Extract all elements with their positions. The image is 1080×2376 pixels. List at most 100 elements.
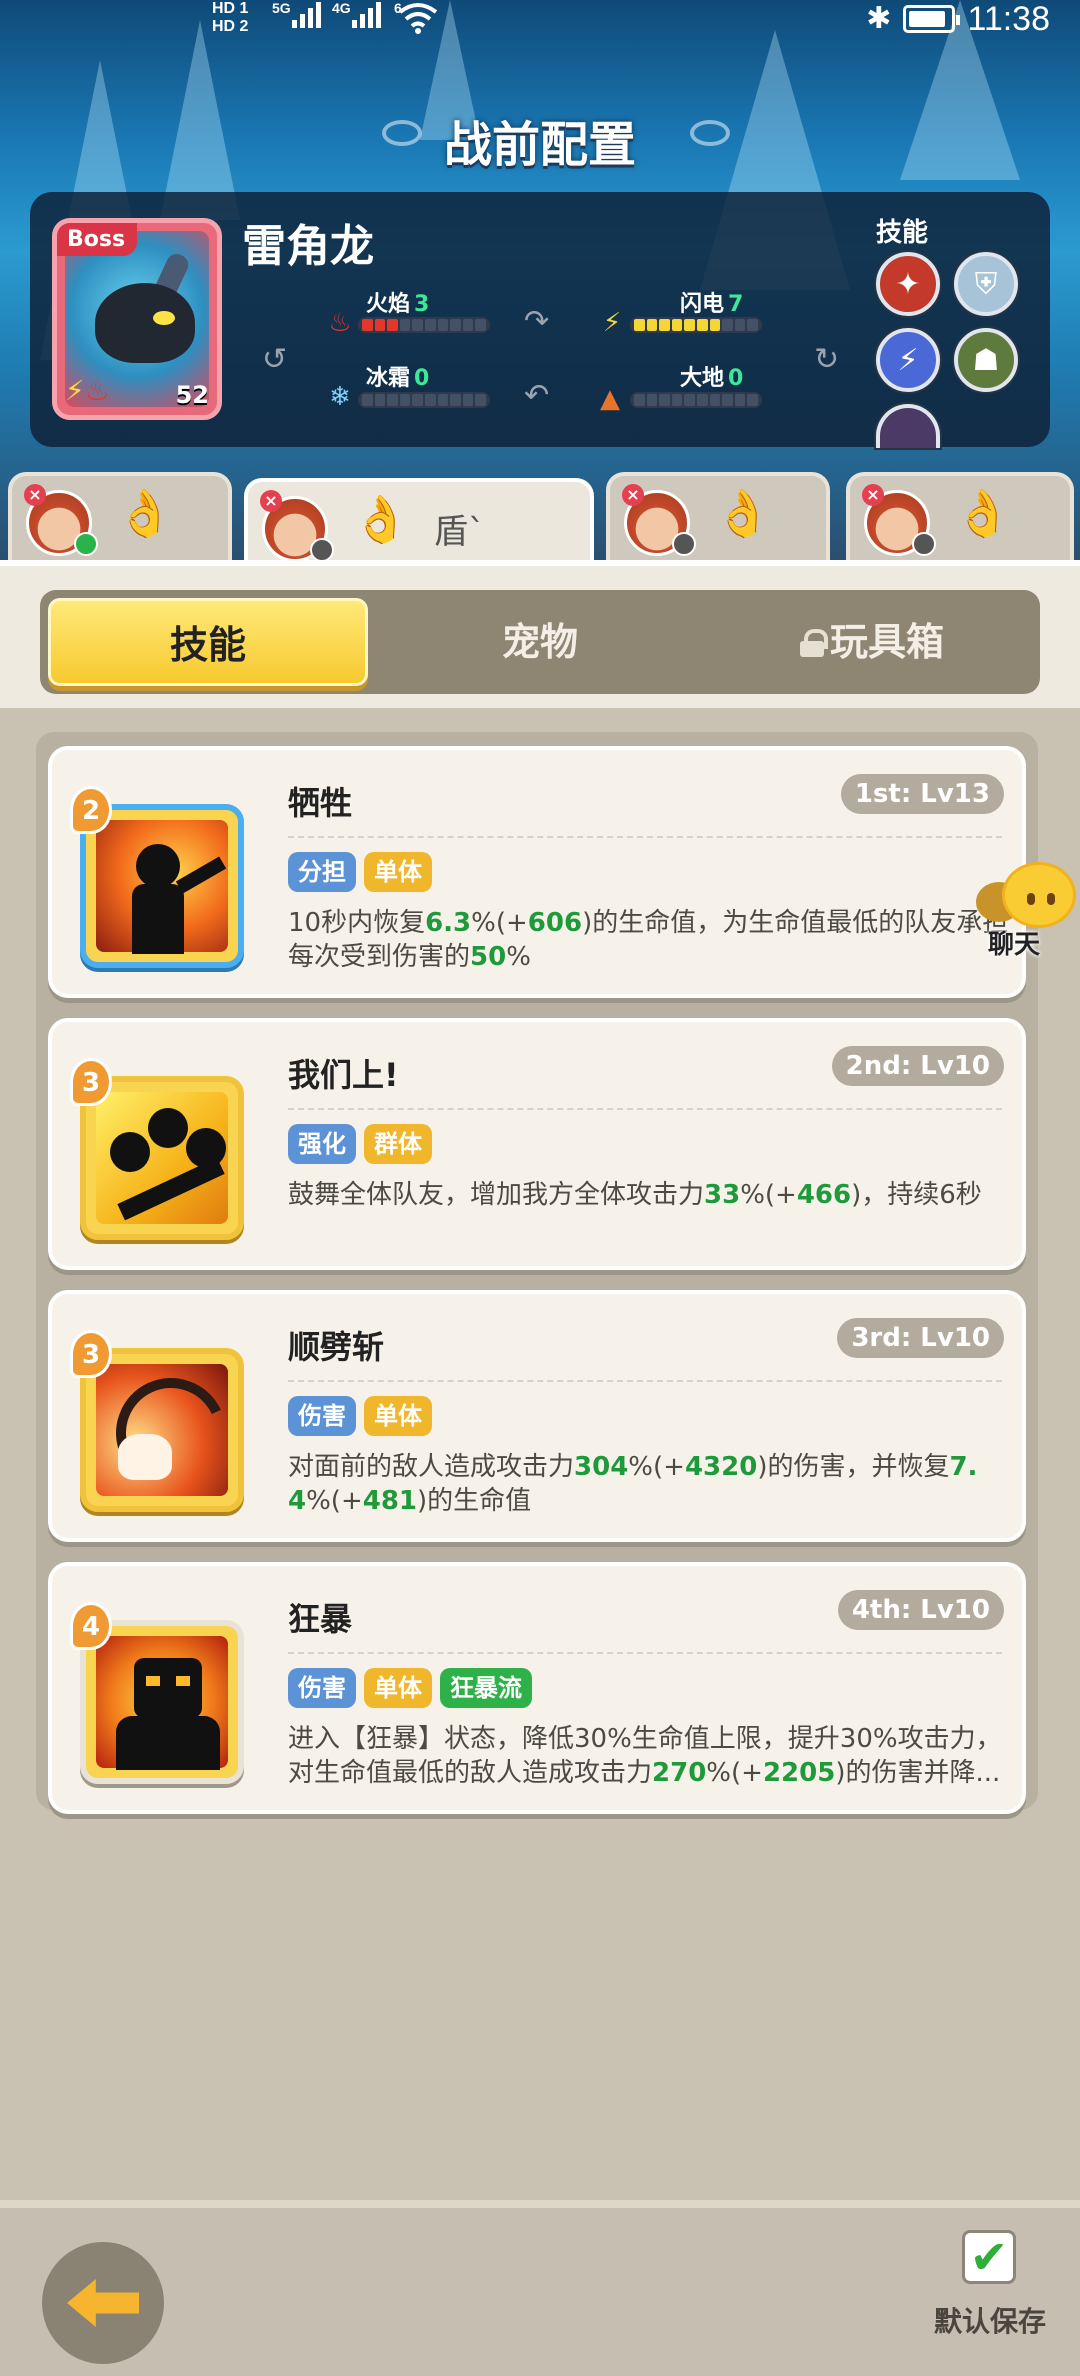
skill-tags: 伤害 单体 xyxy=(288,1396,432,1436)
skill-tags: 强化 群体 xyxy=(288,1124,432,1164)
dino-eye xyxy=(153,311,175,325)
skill-text: %(+ xyxy=(628,1452,685,1482)
earth-icon: ▲ xyxy=(600,384,620,414)
signal-icon xyxy=(292,2,321,28)
boss-skill-beast-icon[interactable]: ☗ xyxy=(954,328,1018,392)
silhouette-head xyxy=(136,844,180,888)
skill-description: 对面前的敌人造成攻击力304%(+4320)的伤害，并恢复7.4%(+481)的… xyxy=(288,1450,1018,1518)
hand-icon: 👌 xyxy=(954,486,1012,540)
divider xyxy=(288,1380,1002,1382)
tab-pets-label: 宠物 xyxy=(501,620,578,664)
wifi-icon xyxy=(398,3,438,34)
skill-card[interactable]: 4 狂暴 4th: Lv10 伤害 单体 狂暴流 进入【狂暴】状态，降低30%生命值… xyxy=(48,1562,1026,1814)
hand-icon: 👌 xyxy=(116,486,174,540)
skill-text: 10秒内恢复 xyxy=(288,908,426,938)
skull-shape xyxy=(118,1434,172,1480)
skill-text: % xyxy=(506,942,531,972)
stat-bar-frost xyxy=(358,392,490,408)
skill-name: 顺劈斩 xyxy=(288,1328,385,1366)
stat-lightning-label: 闪电 7 xyxy=(680,286,743,318)
hero-tab-text: 盾` xyxy=(434,512,485,552)
arrow-icon: ↻ xyxy=(814,342,840,377)
boss-skill-lightning-icon[interactable]: ⚡ xyxy=(876,328,940,392)
clock: 11:38 xyxy=(967,0,1050,38)
skill-tags: 分担 单体 xyxy=(288,852,432,892)
hand-icon: 👌 xyxy=(714,486,772,540)
skill-tag: 单体 xyxy=(364,1396,432,1436)
remove-icon[interactable]: × xyxy=(862,484,884,506)
boss-skill-more-icon[interactable] xyxy=(876,404,940,448)
boss-skills-label: 技能 xyxy=(876,218,929,248)
skill-text: )，持续6秒 xyxy=(851,1180,982,1210)
back-button[interactable] xyxy=(42,2242,164,2364)
stat-bar-segment xyxy=(412,319,423,331)
stat-bar-segment xyxy=(709,394,721,406)
skill-cost-badge: 2 xyxy=(70,786,112,834)
hero-tab-2[interactable]: × 👌 盾` xyxy=(244,478,594,568)
skill-value-highlight: 50 xyxy=(470,942,507,972)
skill-tag: 伤害 xyxy=(288,1396,356,1436)
stat-bar-segment xyxy=(387,394,398,406)
stat-earth-label: 大地 0 xyxy=(680,360,743,392)
lightning-icon: ⚡ xyxy=(602,308,622,338)
remove-icon[interactable]: × xyxy=(260,490,282,512)
silhouette-eye xyxy=(146,1676,160,1686)
stat-value: 0 xyxy=(414,366,430,391)
stat-bar-segment xyxy=(412,394,423,406)
stat-bar-segment xyxy=(684,394,695,406)
silhouette-head xyxy=(134,1658,202,1718)
stat-label-text: 冰霜 xyxy=(366,366,411,391)
stat-value: 3 xyxy=(414,292,430,317)
skill-value-highlight: 2205 xyxy=(762,1758,836,1788)
skill-value-highlight: 270 xyxy=(652,1758,707,1788)
skill-card[interactable]: 2 牺牲 1st: Lv13 分担 单体 10秒内恢复6.3%(+606)的生命值… xyxy=(48,746,1026,998)
stat-bar-segment xyxy=(734,319,746,331)
checkmark-icon: ✔ xyxy=(969,2230,1009,2284)
divider xyxy=(288,1652,1002,1654)
remove-icon[interactable]: × xyxy=(622,484,644,506)
stat-bar-segment xyxy=(634,319,645,331)
skill-art xyxy=(96,1636,228,1770)
boss-skill-fire-icon[interactable]: ✦ xyxy=(876,252,940,316)
hero-tab-1[interactable]: × 👌 xyxy=(8,472,232,568)
flame-icon: ♨ xyxy=(328,308,352,338)
tab-skills[interactable]: 技能 xyxy=(48,598,368,686)
skill-tag: 狂暴流 xyxy=(440,1668,532,1708)
stat-bar-segment xyxy=(684,319,695,331)
tab-pets[interactable]: 宠物 xyxy=(380,598,700,686)
stat-bar-segment xyxy=(709,319,721,331)
skill-card[interactable]: 3 顺劈斩 3rd: Lv10 伤害 单体 对面前的敌人造成攻击力304%(+43… xyxy=(48,1290,1026,1542)
skill-text: 鼓舞全体队友，增加我方全体攻击力 xyxy=(288,1180,705,1210)
skill-value-highlight: 4320 xyxy=(684,1452,758,1482)
hero-tab-4[interactable]: × 👌 xyxy=(846,472,1074,568)
skill-sacrifice-icon xyxy=(80,804,244,968)
chat-button[interactable]: 聊天 xyxy=(974,856,1080,960)
stat-bar-segment xyxy=(462,394,474,406)
silhouette-arm xyxy=(175,856,227,894)
skill-text: %(+ xyxy=(471,908,528,938)
remove-icon[interactable]: × xyxy=(24,484,46,506)
stat-bar-segment xyxy=(399,394,411,406)
default-save-checkbox[interactable]: ✔ xyxy=(962,2230,1016,2284)
skill-art xyxy=(96,1362,238,1504)
hero-tab-3[interactable]: × 👌 xyxy=(606,472,830,568)
stat-value: 0 xyxy=(728,366,744,391)
skill-level-badge: 2nd: Lv10 xyxy=(831,1046,1004,1086)
skill-tag: 单体 xyxy=(364,1668,432,1708)
stat-bar-segment xyxy=(362,319,373,331)
skill-name: 狂暴 xyxy=(288,1600,353,1638)
skill-card[interactable]: 3 我们上! 2nd: Lv10 强化 群体 鼓舞全体队友，增加我方全体攻击力33… xyxy=(48,1018,1026,1270)
stat-bar-fire xyxy=(358,317,490,333)
chat-eye xyxy=(1027,893,1035,905)
skill-value-highlight: 466 xyxy=(796,1180,852,1210)
boss-skill-shield-icon[interactable]: ⛨ xyxy=(954,252,1018,316)
tab-toybox[interactable]: 玩具箱 xyxy=(712,598,1032,686)
boss-portrait[interactable]: Boss ⚡♨ 52 xyxy=(52,218,222,420)
stat-bar-segment xyxy=(450,319,461,331)
stat-bar-segment xyxy=(671,394,683,406)
network-label-2: HD 2 xyxy=(212,18,249,35)
stat-bar-segment xyxy=(437,394,449,406)
gen-label-1: 5G xyxy=(272,0,291,16)
slash-arc xyxy=(100,1362,238,1504)
skill-text: %(+ xyxy=(306,1486,363,1516)
